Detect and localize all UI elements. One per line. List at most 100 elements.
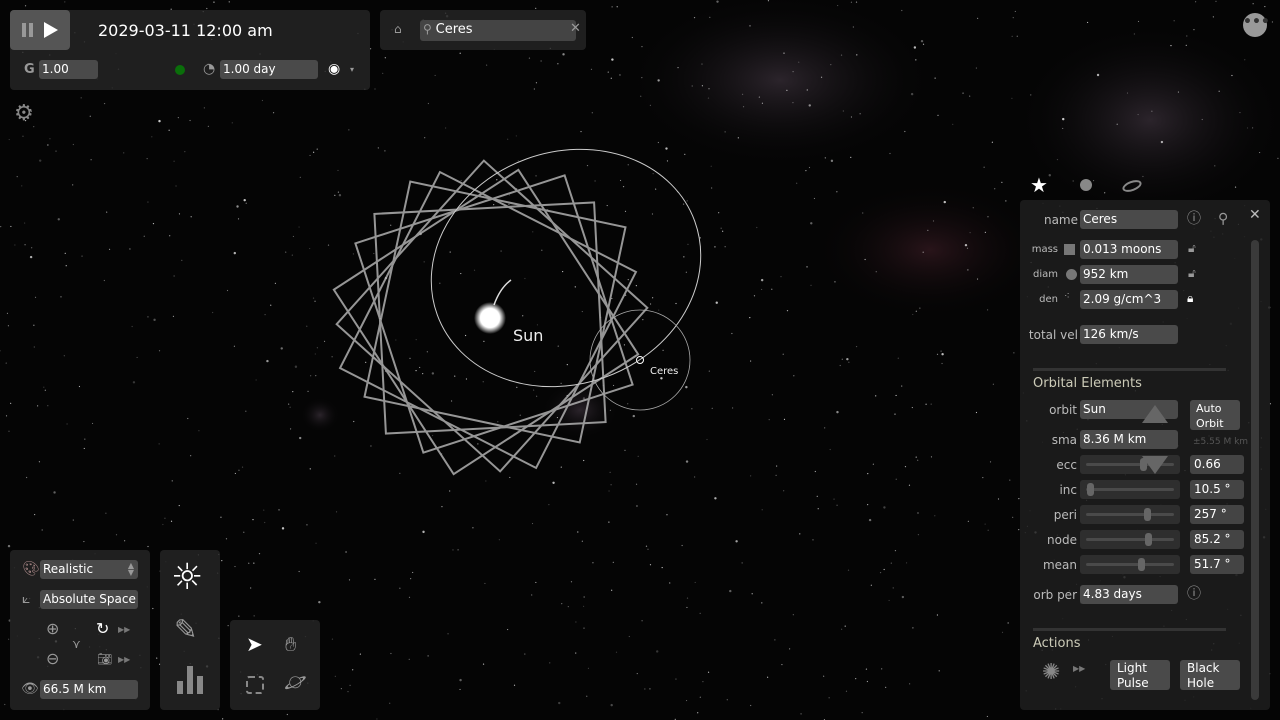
- diameter-icon: [1066, 269, 1077, 280]
- pan-hand-icon[interactable]: ✋︎: [285, 634, 296, 654]
- datetime[interactable]: 2029-03-11 12:00 am: [98, 21, 273, 40]
- peri-label: peri: [1053, 508, 1077, 522]
- add-body-icon[interactable]: 🪐︎: [284, 674, 307, 692]
- panel-scrollbar[interactable]: [1251, 240, 1259, 700]
- clear-search-icon[interactable]: ✕: [570, 22, 581, 35]
- palette-icon: 🎨︎: [22, 561, 40, 577]
- node-slider-thumb[interactable]: [1145, 533, 1153, 546]
- sma-increase-icon[interactable]: [1142, 405, 1168, 423]
- mass-cube-icon: [1064, 244, 1075, 255]
- density-icon: ⁖: [1064, 291, 1070, 302]
- tab-sphere-icon[interactable]: [1080, 179, 1092, 191]
- search-icon: ⚲: [423, 22, 432, 36]
- diam-unlock-icon[interactable]: 🔓︎: [1188, 267, 1196, 279]
- den-lock-icon[interactable]: 🔒︎: [1187, 292, 1193, 304]
- ceres-label[interactable]: Ceres: [650, 366, 678, 377]
- gravity-label: G: [24, 62, 35, 77]
- search-body-icon[interactable]: ⚲: [1218, 212, 1228, 226]
- play-pause-button[interactable]: [10, 10, 70, 50]
- mass-label: mass: [1031, 244, 1058, 255]
- explode-icon[interactable]: ✺: [1042, 662, 1060, 684]
- diam-input[interactable]: 952 km: [1080, 265, 1178, 284]
- black-hole-button[interactable]: Black Hole: [1180, 660, 1240, 690]
- ecc-label: ecc: [1056, 458, 1077, 472]
- orbit-label: orbit: [1049, 403, 1077, 417]
- axes-icon: ⟀: [22, 591, 31, 607]
- inc-slider[interactable]: [1080, 480, 1180, 499]
- sma-hint: ±5.55 M km: [1193, 437, 1249, 447]
- diam-label: diam: [1033, 269, 1058, 280]
- orb-per-info-icon[interactable]: ⓘ: [1187, 587, 1201, 601]
- explode-options-icon[interactable]: ▶▶: [1073, 665, 1085, 673]
- vel-input[interactable]: 126 km/s: [1080, 325, 1178, 344]
- close-panel-icon[interactable]: ✕: [1249, 208, 1261, 222]
- tab-star-icon[interactable]: ★: [1030, 175, 1048, 195]
- view-distance-input[interactable]: 66.5 M km: [40, 680, 138, 699]
- more-menu-button[interactable]: •••: [1243, 13, 1270, 37]
- select-box-icon[interactable]: [246, 676, 264, 694]
- mass-input[interactable]: 0.013 moons: [1080, 240, 1178, 259]
- mean-value[interactable]: 51.7 °: [1190, 555, 1244, 574]
- inc-value[interactable]: 10.5 °: [1190, 480, 1244, 499]
- mean-label: mean: [1042, 558, 1077, 572]
- mass-unlock-icon[interactable]: 🔓︎: [1188, 242, 1196, 254]
- rotate-options-icon[interactable]: ▶▶: [118, 626, 130, 634]
- den-label: den: [1039, 294, 1058, 305]
- inc-label: inc: [1059, 483, 1077, 497]
- home-icon[interactable]: ⌂: [394, 23, 402, 35]
- light-pulse-button[interactable]: Light Pulse: [1110, 660, 1170, 690]
- vel-label: total vel: [1028, 328, 1078, 342]
- node-value[interactable]: 85.2 °: [1190, 530, 1244, 549]
- camera-icon[interactable]: 📷︎: [97, 653, 112, 665]
- divider: [1033, 368, 1226, 371]
- sma-input[interactable]: 8.36 M km: [1080, 430, 1178, 449]
- info-icon[interactable]: ⓘ: [1187, 212, 1201, 226]
- divider: [1033, 628, 1226, 631]
- camera-options-icon[interactable]: ▶▶: [118, 656, 130, 664]
- peri-slider[interactable]: [1080, 505, 1180, 524]
- view-angle-icon[interactable]: ⋎: [72, 638, 81, 650]
- view-distance-eye-icon: 👁︎: [21, 681, 39, 697]
- ecc-value[interactable]: 0.66: [1190, 455, 1244, 474]
- inc-slider-thumb[interactable]: [1087, 483, 1094, 496]
- peri-value[interactable]: 257 °: [1190, 505, 1244, 524]
- cursor-tools-panel: [230, 620, 320, 710]
- pointer-tool-icon[interactable]: ➤: [246, 634, 263, 654]
- target-icon[interactable]: ◉: [328, 62, 340, 76]
- orb-per-label: orb per: [1033, 588, 1077, 602]
- name-input[interactable]: Ceres: [1080, 210, 1178, 229]
- den-input[interactable]: 2.09 g/cm^3: [1080, 290, 1178, 309]
- mean-slider-thumb[interactable]: [1138, 558, 1146, 571]
- sun-label[interactable]: Sun: [513, 326, 543, 345]
- view-mode-select[interactable]: Realistic ▲ ▼: [40, 560, 138, 579]
- search-input[interactable]: ⚲ Ceres: [420, 20, 576, 41]
- rotate-view-icon[interactable]: ↻: [96, 621, 109, 637]
- draw-trail-icon[interactable]: ✎: [174, 616, 197, 644]
- select-arrows-icon: ▲ ▼: [127, 561, 134, 577]
- frame-select[interactable]: Absolute Space: [40, 590, 138, 609]
- ceres-orbit: [430, 148, 702, 388]
- timestep-clock-icon: ◔: [203, 61, 216, 77]
- node-slider[interactable]: [1080, 530, 1180, 549]
- peri-slider-thumb[interactable]: [1143, 508, 1151, 521]
- orb-per-input[interactable]: 4.83 days: [1080, 585, 1178, 604]
- sun: [474, 302, 506, 334]
- timestep-input[interactable]: 1.00 day: [220, 60, 318, 79]
- sma-decrease-icon[interactable]: [1142, 456, 1168, 474]
- settings-gear-icon[interactable]: ⚙: [14, 103, 34, 125]
- actions-title: Actions: [1033, 636, 1081, 651]
- timestep-dropdown-icon[interactable]: ▾: [350, 66, 354, 74]
- play-icon: [44, 22, 58, 38]
- auto-orbit-button[interactable]: Auto Orbit: [1190, 400, 1240, 430]
- pause-icon: [22, 23, 26, 37]
- gravity-input[interactable]: 1.00: [39, 60, 98, 79]
- zoom-in-icon[interactable]: ⊕: [46, 621, 59, 637]
- sma-label: sma: [1051, 433, 1077, 447]
- status-indicator: [175, 65, 185, 75]
- mean-slider[interactable]: [1080, 555, 1180, 574]
- sun-brightness-icon[interactable]: ☼: [171, 560, 203, 596]
- charts-icon[interactable]: [177, 666, 203, 694]
- node-label: node: [1047, 533, 1077, 547]
- zoom-out-icon[interactable]: ⊖: [46, 651, 59, 667]
- name-label: name: [1043, 213, 1078, 227]
